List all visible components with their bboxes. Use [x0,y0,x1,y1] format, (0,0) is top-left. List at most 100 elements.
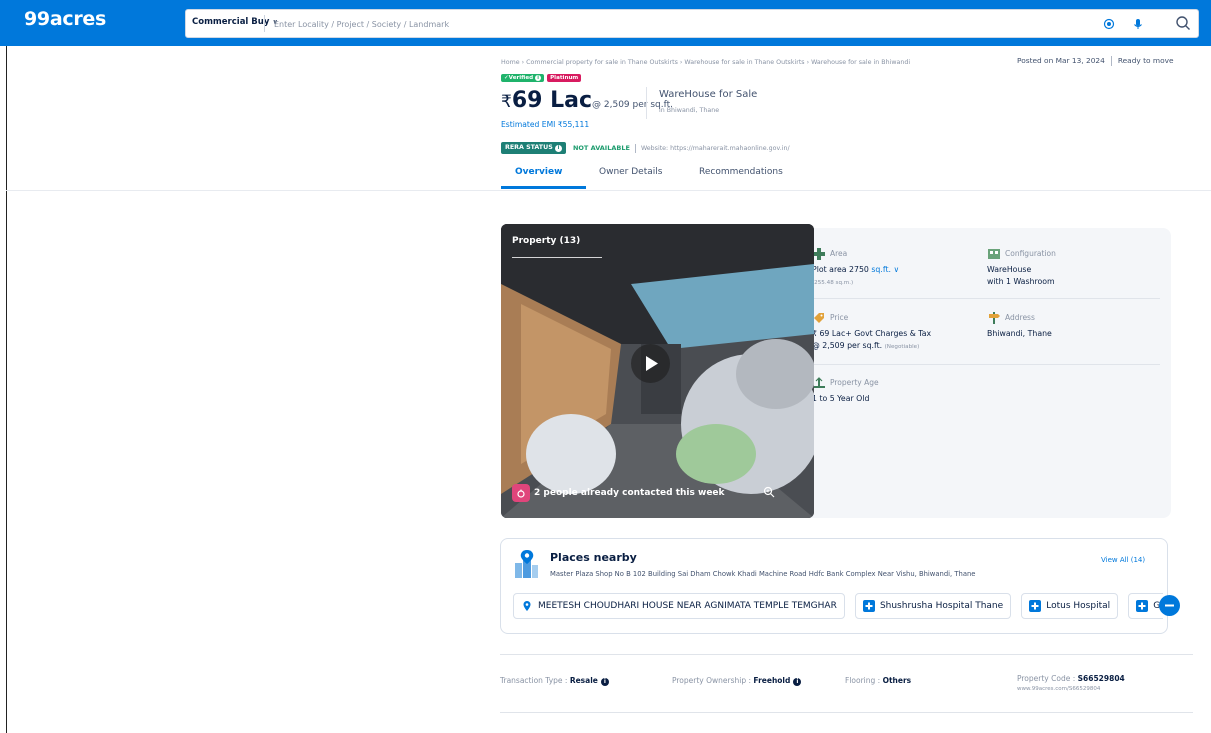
place-chip[interactable]: MEETESH CHOUDHARI HOUSE NEAR AGNIMATA TE… [513,593,845,619]
place-chip[interactable]: Shushrusha Hospital Thane [854,593,1012,619]
price: ₹69 Lac@ 2,509 per sq.ft. [501,88,673,113]
header-divider [6,190,1211,191]
price-tag-icon [814,313,824,323]
configuration-label: Configuration [1005,249,1056,258]
info-icon[interactable]: i [600,678,609,686]
property-location: in Bhiwandi, Thane [659,107,720,114]
search-bar: Commercial Buy ∨ [185,9,1199,38]
posted-info: Posted on Mar 13, 2024 Ready to move [1017,56,1174,66]
rera-website[interactable]: Website: https://maharerait.mahaonline.g… [641,145,790,152]
scroll-chips-button[interactable] [1159,595,1180,616]
location-pin-icon [523,601,531,611]
area-label: Area [830,249,848,258]
photo-count-title: Property (13) [512,236,581,246]
property-age-icon [813,377,825,388]
chevron-down-icon: ∨ [893,265,900,274]
top-bar: 99acres Commercial Buy ∨ [0,0,1211,46]
rera-value: NOT AVAILABLE [572,144,630,152]
emi-link[interactable]: Estimated EMI ₹55,111 [501,120,589,129]
badges: ✓Verified i Platinum [501,74,582,82]
posted-date: Posted on Mar 13, 2024 [1017,56,1105,65]
property-photo-gallery[interactable]: Property (13) 2 people already contacted… [501,224,814,518]
address-cell: Address Bhiwandi, Thane [987,312,1052,340]
transaction-type: Transaction Type : Resale i [500,676,609,686]
property-age-label: Property Age [830,378,879,387]
breadcrumb[interactable]: Home › Commercial property for sale in T… [501,59,910,66]
configuration-icon [988,249,1000,259]
address-value: Bhiwandi, Thane [987,329,1052,338]
area-icon [813,248,825,260]
info-icon: i [554,145,562,152]
tab-overview[interactable]: Overview [515,167,562,177]
price-negotiable: (Negotiable) [884,344,920,350]
price-cell: Price ₹ 69 Lac+ Govt Charges & Tax @ 2,5… [812,313,931,353]
places-nearby-card: Places nearby Master Plaza Shop No B 102… [500,538,1180,634]
flooring: Flooring : Others [845,676,912,685]
property-ownership: Property Ownership : Freehold i [672,676,802,686]
meta-divider-top [500,654,1193,655]
area-cell: Area Plot area 2750 sq.ft. ∨ (255.48 sq.… [812,248,899,289]
address-label: Address [1005,313,1035,322]
tab-owner-details[interactable]: Owner Details [599,167,662,177]
configuration-cell: Configuration WareHouse with 1 Washroom [987,249,1056,288]
possession-status: Ready to move [1117,56,1174,65]
property-age-value: 1 to 5 Year Old [812,394,870,403]
info-icon[interactable]: i [793,678,802,686]
place-chip[interactable]: Lotus Hospital [1021,593,1119,619]
price-value: 69 Lac [511,88,593,113]
property-title: WareHouse for Sale [659,89,758,100]
hospital-icon [862,600,875,612]
price-label: Price [830,313,849,322]
price-total: ₹ 69 Lac+ Govt Charges & Tax [812,329,932,338]
flooring-value: Others [882,676,912,685]
configuration-type: WareHouse [987,265,1032,274]
places-nearby-address: Master Plaza Shop No B 102 Building Sai … [550,570,976,578]
category-label: Commercial Buy [192,17,270,27]
meta-divider-bottom [500,712,1193,713]
play-video-button[interactable] [631,344,670,383]
hospital-icon [1029,600,1042,612]
rera-status-tag[interactable]: RERA STATUS i [501,142,566,154]
price-divider [646,87,647,119]
active-tab-indicator [501,186,586,189]
property-url: www.99acres.com/S66529804 [1017,686,1101,692]
verified-badge: ✓Verified i [501,74,545,82]
details-divider [812,364,1160,365]
city-location-icon [515,550,538,578]
hospital-icon [1136,600,1149,612]
info-icon: i [535,75,542,81]
category-dropdown[interactable]: Commercial Buy ∨ [192,17,278,27]
fire-icon [512,484,530,502]
contacted-text: 2 people already contacted this week [534,488,725,498]
view-all-places-link[interactable]: View All (14) [1101,556,1145,564]
contact-activity: 2 people already contacted this week [512,483,725,503]
area-value: Plot area 2750 [812,265,869,274]
area-unit-dropdown[interactable]: sq.ft. ∨ [871,265,899,274]
search-input[interactable] [274,16,874,32]
search-icon[interactable] [1175,15,1191,31]
signpost-icon [989,312,1000,324]
price-rate: @ 2,509 per sq.ft. [812,341,883,350]
place-chip[interactable]: Guru K [1128,593,1163,619]
locate-me-icon[interactable] [1102,17,1116,31]
platinum-badge: Platinum [547,74,582,82]
zoom-icon[interactable] [763,486,775,498]
play-icon [646,356,658,371]
area-sqm: (255.48 sq.m.) [812,280,854,286]
minus-icon [1165,604,1174,607]
logo[interactable]: 99acres [24,8,106,30]
places-chip-list: MEETESH CHOUDHARI HOUSE NEAR AGNIMATA TE… [513,593,1163,621]
currency-symbol: ₹ [501,92,512,112]
tab-recommendations[interactable]: Recommendations [699,167,783,177]
category-divider [264,15,265,32]
details-divider [812,298,1160,299]
transaction-type-value: Resale [569,676,598,685]
property-age-cell: Property Age 1 to 5 Year Old [812,377,879,405]
property-code-value: S66529804 [1077,674,1125,683]
rera-status: RERA STATUS i NOT AVAILABLE Website: htt… [501,142,790,154]
configuration-washrooms: with 1 Washroom [987,277,1055,286]
microphone-icon[interactable] [1131,17,1145,31]
page-left-border [6,46,7,733]
property-code: Property Code : S66529804 [1017,674,1125,683]
places-nearby-title: Places nearby [550,551,637,564]
